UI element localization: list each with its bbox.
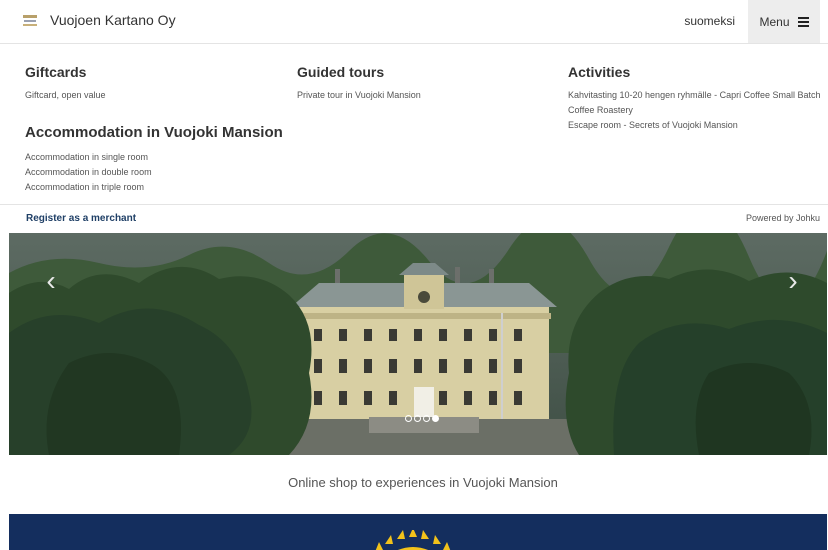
footer-band <box>9 514 827 550</box>
category-item-double-room[interactable]: Accommodation in double room <box>25 165 152 180</box>
carousel-dot[interactable] <box>414 415 421 422</box>
category-item-coffee-tasting[interactable]: Kahvitasting 10-20 hengen ryhmälle - Cap… <box>568 88 824 118</box>
language-switch-link[interactable]: suomeksi <box>684 14 735 28</box>
category-title-guided-tours[interactable]: Guided tours <box>297 64 384 80</box>
category-item-private-tour[interactable]: Private tour in Vuojoki Mansion <box>297 88 421 103</box>
menu-label: Menu <box>759 14 790 29</box>
register-merchant-link[interactable]: Register as a merchant <box>26 213 136 224</box>
top-navbar: Vuojoen Kartano Oy suomeksi Menu <box>0 0 828 44</box>
hamburger-icon <box>797 15 809 29</box>
powered-by-link[interactable]: Powered by Johku <box>746 213 820 223</box>
manor-logo-icon <box>22 13 38 27</box>
carousel-dot[interactable] <box>405 415 412 422</box>
shop-tagline: Online shop to experiences in Vuojoki Ma… <box>288 475 558 490</box>
chevron-right-icon[interactable]: › <box>783 267 803 295</box>
category-item-triple-room[interactable]: Accommodation in triple room <box>25 180 144 195</box>
carousel-dot[interactable] <box>423 415 430 422</box>
category-item-giftcard-open-value[interactable]: Giftcard, open value <box>25 88 106 103</box>
carousel-dot-active[interactable] <box>432 415 439 422</box>
chevron-left-icon[interactable]: ‹ <box>41 267 61 295</box>
sun-emblem-icon <box>375 530 451 550</box>
hero-carousel: ‹ › <box>9 233 827 455</box>
category-item-escape-room[interactable]: Escape room - Secrets of Vuojoki Mansion <box>568 118 738 133</box>
category-title-activities[interactable]: Activities <box>568 64 630 80</box>
menu-button[interactable]: Menu <box>748 0 820 43</box>
merchant-bar: Register as a merchant Powered by Johku <box>0 204 828 233</box>
brand-name: Vuojoen Kartano Oy <box>50 12 176 28</box>
brand-link[interactable]: Vuojoen Kartano Oy <box>22 12 176 28</box>
category-title-giftcards[interactable]: Giftcards <box>25 64 86 80</box>
category-item-single-room[interactable]: Accommodation in single room <box>25 150 148 165</box>
carousel-indicators <box>405 415 441 422</box>
category-title-accommodation[interactable]: Accommodation in Vuojoki Mansion <box>25 124 283 141</box>
